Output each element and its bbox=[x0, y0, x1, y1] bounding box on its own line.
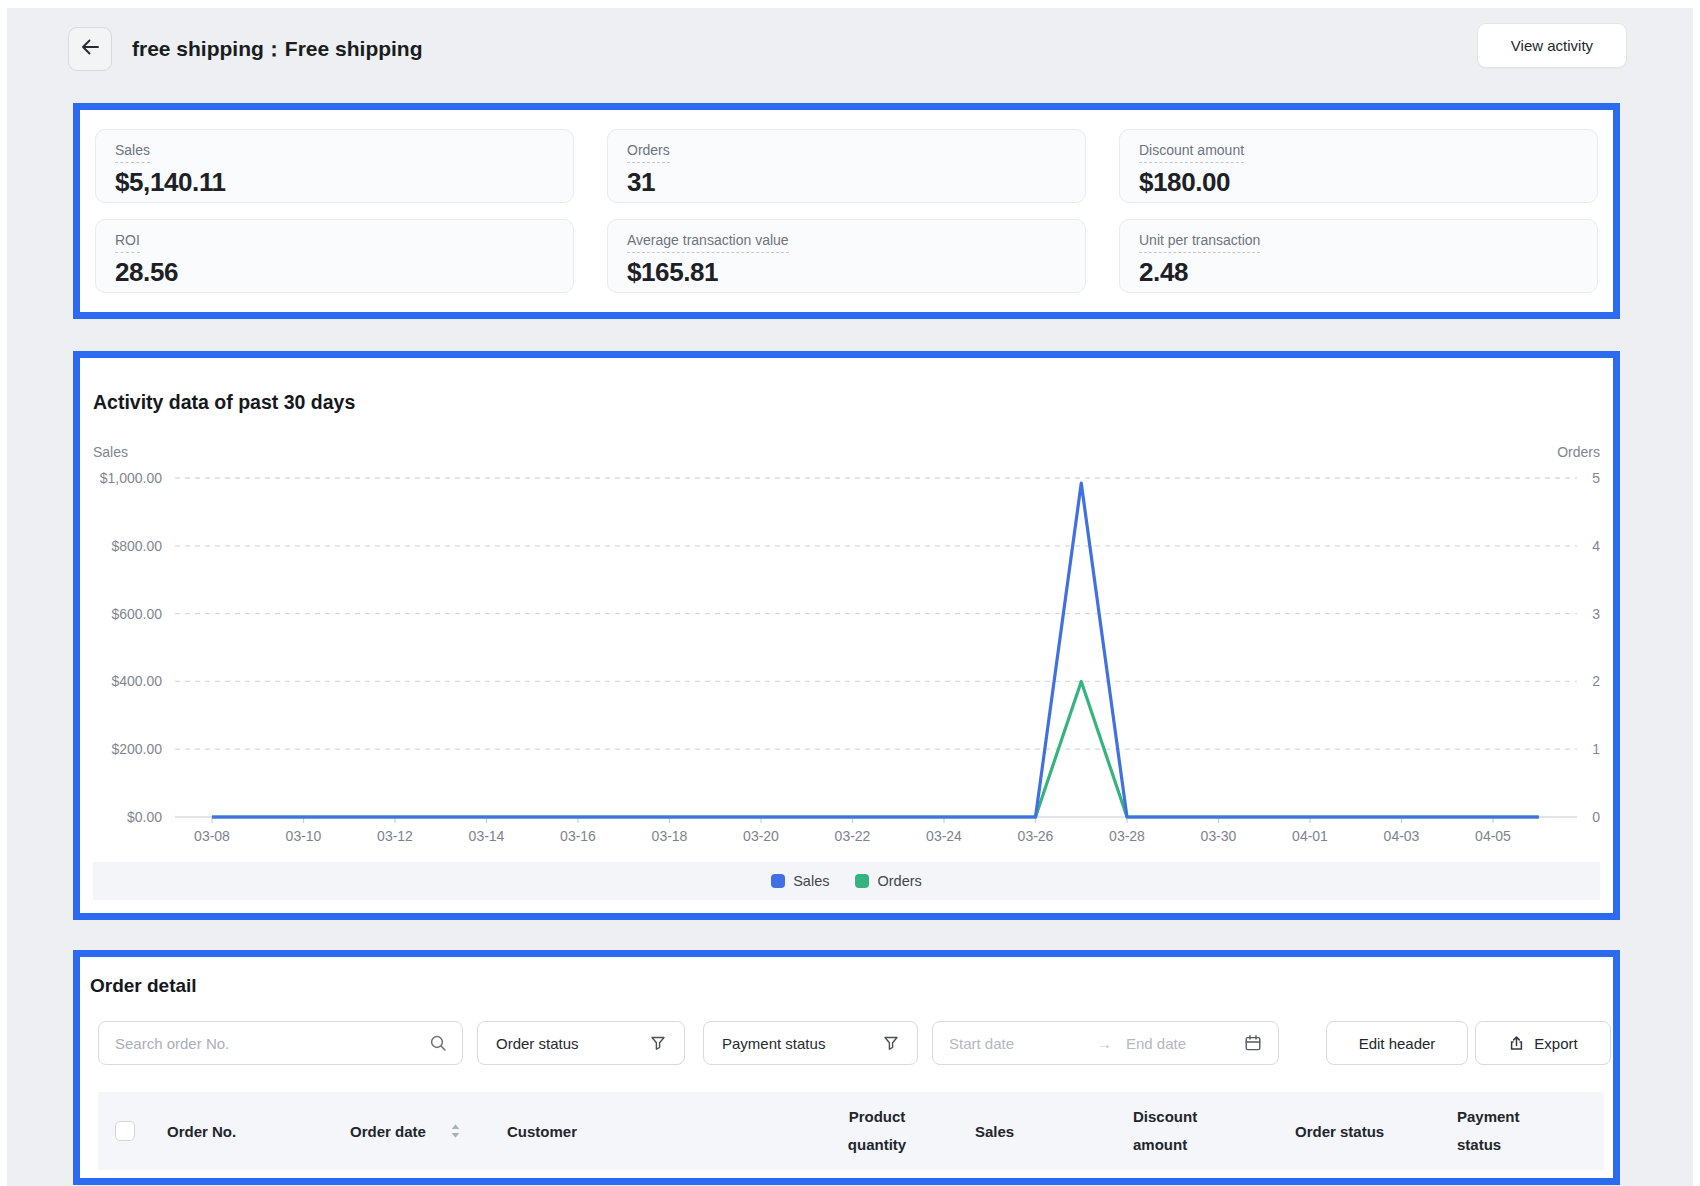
svg-text:03-24: 03-24 bbox=[926, 828, 962, 844]
svg-text:04-05: 04-05 bbox=[1475, 828, 1511, 844]
sales-swatch bbox=[771, 874, 785, 888]
column-header-payment-status[interactable]: Payment status bbox=[1457, 1103, 1547, 1159]
svg-text:$1,000.00: $1,000.00 bbox=[100, 470, 162, 486]
column-header-label: Order date bbox=[350, 1123, 426, 1140]
metric-card-orders: Orders 31 bbox=[607, 129, 1086, 203]
svg-text:03-18: 03-18 bbox=[652, 828, 688, 844]
metric-card-unit-per-transaction: Unit per transaction 2.48 bbox=[1119, 219, 1598, 293]
orders-swatch bbox=[855, 874, 869, 888]
svg-text:03-30: 03-30 bbox=[1201, 828, 1237, 844]
svg-text:03-22: 03-22 bbox=[835, 828, 871, 844]
column-header-order-no[interactable]: Order No. bbox=[167, 1092, 236, 1170]
svg-text:2: 2 bbox=[1592, 673, 1600, 689]
svg-text:1: 1 bbox=[1592, 741, 1600, 757]
svg-text:$200.00: $200.00 bbox=[111, 741, 162, 757]
svg-text:5: 5 bbox=[1592, 470, 1600, 486]
column-header-discount-amount[interactable]: Discount amount bbox=[1133, 1103, 1228, 1159]
svg-text:03-20: 03-20 bbox=[743, 828, 779, 844]
svg-text:0: 0 bbox=[1592, 809, 1600, 825]
edit-header-button[interactable]: Edit header bbox=[1326, 1021, 1468, 1065]
metric-label: Average transaction value bbox=[627, 233, 789, 253]
back-button[interactable] bbox=[68, 27, 112, 71]
metric-card-discount-amount: Discount amount $180.00 bbox=[1119, 129, 1598, 203]
legend-item-sales[interactable]: Sales bbox=[771, 873, 829, 889]
order-detail-title: Order detail bbox=[90, 975, 197, 997]
metrics-section: Sales $5,140.11 Orders 31 Discount amoun… bbox=[73, 103, 1620, 319]
activity-chart-section: Activity data of past 30 days $1,000.005… bbox=[73, 351, 1620, 920]
svg-text:03-28: 03-28 bbox=[1109, 828, 1145, 844]
end-date-input[interactable]: End date bbox=[1126, 1035, 1244, 1052]
svg-text:03-10: 03-10 bbox=[286, 828, 322, 844]
order-table-header: Order No. Order date Customer Product qu… bbox=[98, 1092, 1604, 1170]
svg-text:$400.00: $400.00 bbox=[111, 673, 162, 689]
svg-text:03-14: 03-14 bbox=[469, 828, 505, 844]
back-arrow-icon bbox=[79, 36, 101, 62]
page-title: free shipping：Free shipping bbox=[132, 27, 423, 71]
start-date-input[interactable]: Start date bbox=[949, 1035, 1097, 1052]
order-detail-section: Order detail Order status Payment status… bbox=[73, 950, 1620, 1185]
metric-card-sales: Sales $5,140.11 bbox=[95, 129, 574, 203]
svg-text:04-01: 04-01 bbox=[1292, 828, 1328, 844]
date-range-picker[interactable]: Start date → End date bbox=[932, 1021, 1279, 1065]
search-icon bbox=[429, 1034, 448, 1053]
sort-icon[interactable] bbox=[450, 1123, 461, 1139]
export-button-label: Export bbox=[1534, 1035, 1577, 1052]
filter-funnel-icon bbox=[650, 1035, 666, 1051]
svg-text:$800.00: $800.00 bbox=[111, 538, 162, 554]
order-search-input[interactable] bbox=[115, 1035, 429, 1052]
metric-card-roi: ROI 28.56 bbox=[95, 219, 574, 293]
metric-grid: Sales $5,140.11 Orders 31 Discount amoun… bbox=[80, 110, 1613, 312]
metric-value: $165.81 bbox=[627, 258, 1066, 286]
svg-text:Sales: Sales bbox=[93, 444, 128, 460]
metric-label: Orders bbox=[627, 143, 670, 163]
column-header-order-status[interactable]: Order status bbox=[1295, 1092, 1384, 1170]
metric-value: $5,140.11 bbox=[115, 168, 554, 196]
svg-text:$0.00: $0.00 bbox=[127, 809, 162, 825]
metric-label: ROI bbox=[115, 233, 140, 253]
column-header-customer[interactable]: Customer bbox=[507, 1092, 577, 1170]
export-button[interactable]: Export bbox=[1475, 1021, 1611, 1065]
chart-legend: Sales Orders bbox=[93, 862, 1600, 900]
payment-status-filter-label: Payment status bbox=[722, 1035, 825, 1052]
export-icon bbox=[1508, 1035, 1525, 1052]
svg-text:$600.00: $600.00 bbox=[111, 606, 162, 622]
svg-text:03-16: 03-16 bbox=[560, 828, 596, 844]
view-activity-button[interactable]: View activity bbox=[1477, 23, 1627, 68]
svg-text:04-03: 04-03 bbox=[1384, 828, 1420, 844]
calendar-icon bbox=[1244, 1034, 1262, 1052]
line-chart: $1,000.00 5 $800.00 4 $600.00 3 $400.00 2 $200.0… bbox=[80, 358, 1613, 858]
metric-value: $180.00 bbox=[1139, 168, 1578, 196]
svg-text:03-12: 03-12 bbox=[377, 828, 413, 844]
svg-text:Orders: Orders bbox=[1557, 444, 1600, 460]
order-status-filter-label: Order status bbox=[496, 1035, 579, 1052]
metric-value: 2.48 bbox=[1139, 258, 1578, 286]
legend-label: Orders bbox=[877, 873, 921, 889]
filter-funnel-icon bbox=[883, 1035, 899, 1051]
svg-text:03-26: 03-26 bbox=[1018, 828, 1054, 844]
metric-value: 28.56 bbox=[115, 258, 554, 286]
metric-value: 31 bbox=[627, 168, 1066, 196]
legend-label: Sales bbox=[793, 873, 829, 889]
column-header-order-date[interactable]: Order date bbox=[350, 1092, 461, 1170]
payment-status-filter[interactable]: Payment status bbox=[703, 1021, 918, 1065]
metric-label: Discount amount bbox=[1139, 143, 1244, 163]
order-search-box[interactable] bbox=[98, 1021, 463, 1065]
svg-text:4: 4 bbox=[1592, 538, 1600, 554]
svg-text:03-08: 03-08 bbox=[194, 828, 230, 844]
legend-item-orders[interactable]: Orders bbox=[855, 873, 921, 889]
order-status-filter[interactable]: Order status bbox=[477, 1021, 685, 1065]
column-header-product-quantity[interactable]: Product quantity bbox=[832, 1103, 922, 1159]
date-range-arrow: → bbox=[1097, 1035, 1112, 1052]
metric-label: Sales bbox=[115, 143, 150, 163]
svg-text:3: 3 bbox=[1592, 606, 1600, 622]
column-header-sales[interactable]: Sales bbox=[975, 1092, 1014, 1170]
select-all-checkbox[interactable] bbox=[115, 1121, 135, 1141]
metric-card-avg-transaction: Average transaction value $165.81 bbox=[607, 219, 1086, 293]
metric-label: Unit per transaction bbox=[1139, 233, 1260, 253]
